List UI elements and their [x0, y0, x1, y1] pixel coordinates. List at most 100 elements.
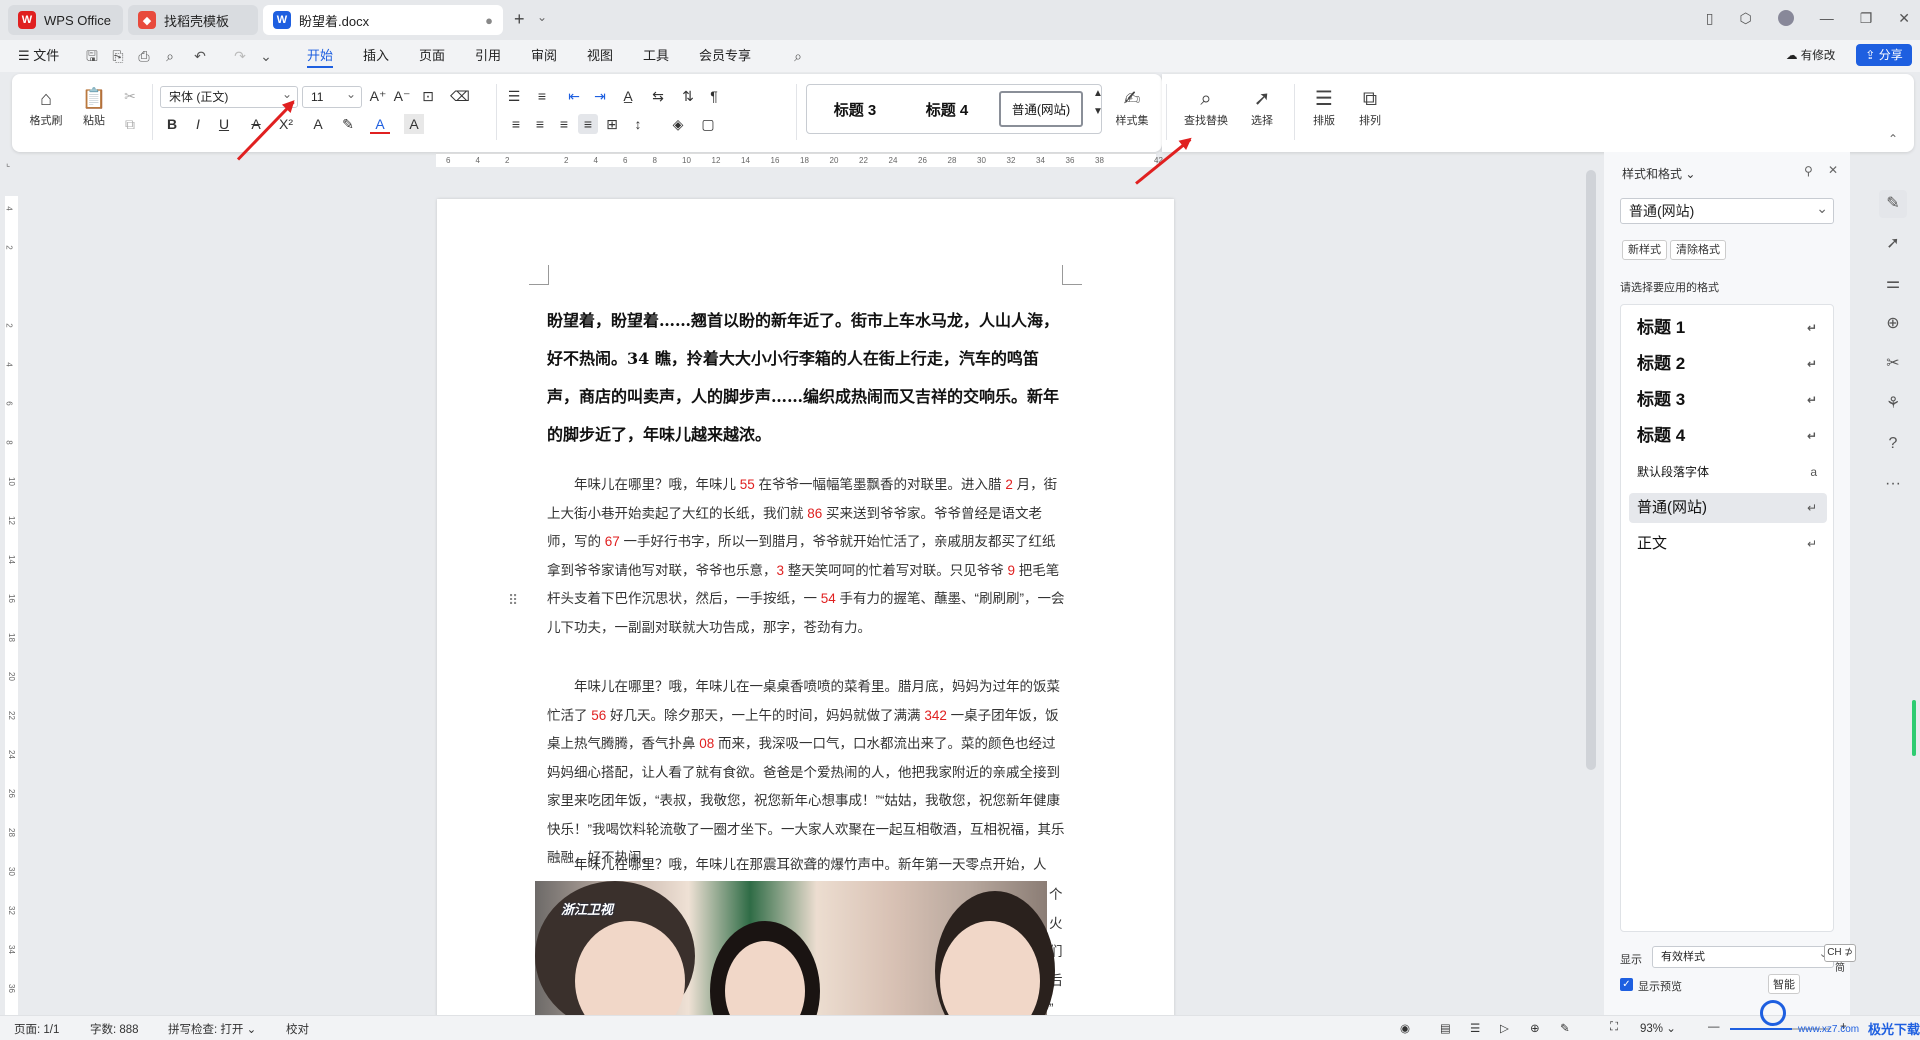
export-pdf-icon[interactable]: ⎘	[110, 48, 126, 64]
review-icon[interactable]: ⊕	[1879, 310, 1907, 338]
tab-list-chevron-icon[interactable]: ⌄	[537, 10, 547, 24]
grow-font-icon[interactable]: A⁺	[368, 86, 388, 106]
char-shading-icon[interactable]: A	[404, 114, 424, 134]
change-case-icon[interactable]: ⊡	[418, 86, 438, 106]
preview-checkbox[interactable]: ✓	[1620, 978, 1633, 991]
page-view-icon[interactable]: ▤	[1440, 1021, 1451, 1035]
menu-review[interactable]: 审阅	[531, 46, 557, 68]
outline-view-icon[interactable]: ☰	[1470, 1021, 1480, 1035]
style-list-item[interactable]: 标题 3 ↵	[1629, 385, 1827, 415]
gallery-up-icon[interactable]: ▲	[1088, 84, 1108, 104]
vertical-ruler[interactable]: 4 2 2 4 6 8 10 12 14 16 18 20 22 24 26 28 30 32 34 36	[5, 196, 18, 1026]
bullet-list-icon[interactable]: ☰	[504, 86, 524, 106]
show-select[interactable]: 有效样式	[1652, 944, 1834, 968]
menu-insert[interactable]: 插入	[363, 46, 389, 68]
gallery-down-icon[interactable]: ▼	[1088, 102, 1108, 122]
distribute-icon[interactable]: ⊞	[602, 114, 622, 134]
proofread[interactable]: 校对	[286, 1021, 309, 1037]
print-icon[interactable]: ⎙	[136, 48, 152, 64]
share-button[interactable]: ⇪ 分享	[1856, 44, 1912, 66]
ime-indicator[interactable]: CH ⊅ 简	[1824, 944, 1856, 974]
bold-icon[interactable]: B	[162, 114, 182, 134]
font-size-select[interactable]: 11	[302, 84, 362, 108]
align-right-icon[interactable]: ≡	[554, 114, 574, 134]
unsaved-dot-icon[interactable]: ●	[485, 13, 493, 28]
properties-icon[interactable]: ⚌	[1879, 270, 1907, 298]
collapse-ribbon-icon[interactable]: ⌃	[1888, 132, 1898, 146]
sidebar-toggle-icon[interactable]: ▯	[1706, 10, 1714, 27]
menu-page[interactable]: 页面	[419, 46, 445, 68]
web-view-icon[interactable]: ⊕	[1530, 1021, 1540, 1035]
chinese-layout-icon[interactable]: A̲	[618, 86, 638, 106]
avatar[interactable]	[1777, 10, 1794, 26]
pin-icon[interactable]: ⚲	[1804, 164, 1813, 178]
help-icon[interactable]: ?	[1879, 430, 1907, 458]
format-painter-button[interactable]: ⌂ 格式刷	[26, 86, 66, 128]
current-style-select[interactable]: 普通(网站)	[1620, 196, 1834, 224]
show-marks-icon[interactable]: ¶	[704, 86, 724, 106]
smart-button[interactable]: 智能	[1768, 974, 1800, 994]
new-tab-icon[interactable]: +	[514, 9, 525, 30]
highlight-icon[interactable]: ✎	[338, 114, 358, 134]
font-name-select[interactable]: 宋体 (正文)	[160, 84, 298, 108]
restore-icon[interactable]: ❐	[1860, 10, 1873, 27]
shading-icon[interactable]: ◈	[668, 114, 688, 134]
play-icon[interactable]: ▷	[1500, 1021, 1509, 1035]
tab-template[interactable]: ◆ 找稻壳模板	[128, 5, 258, 35]
style-list-item[interactable]: 默认段落字体 a	[1629, 457, 1827, 487]
style-list-item[interactable]: 正文 ↵	[1629, 529, 1827, 559]
redo-icon[interactable]: ↷	[232, 48, 248, 64]
increase-indent-icon[interactable]: ⇥	[590, 86, 610, 106]
document-page[interactable]: 盼望着，盼望着……翘首以盼的新年近了。街市上车水马龙，人山人海，好不热闹。34 …	[437, 199, 1174, 1029]
borders-icon[interactable]: ▢	[698, 114, 718, 134]
pane-close-icon[interactable]: ✕	[1828, 163, 1838, 177]
clear-format-button[interactable]: 清除格式	[1670, 240, 1726, 260]
search-icon[interactable]: ⌕	[790, 48, 806, 64]
decrease-indent-icon[interactable]: ⇤	[564, 86, 584, 106]
quick-access-chevron-icon[interactable]: ⌄	[258, 48, 274, 64]
tab-document[interactable]: W 盼望着.docx ●	[263, 5, 503, 35]
drag-handle-icon[interactable]: ⠿	[508, 592, 518, 609]
close-icon[interactable]: ✕	[1898, 10, 1910, 27]
style-list-item[interactable]: 标题 1 ↵	[1629, 313, 1827, 343]
menu-member[interactable]: 会员专享	[699, 46, 751, 68]
paragraph-3[interactable]: 年味儿在哪里？哦，年味儿在那震耳欲聋的爆竹声中。新年第一天零点开始，人	[547, 851, 1067, 880]
paragraph-2[interactable]: 年味儿在哪里？哦，年味儿在一桌桌香喷喷的菜肴里。腊月底，妈妈为过年的饭菜忙活了 …	[547, 673, 1067, 873]
style-heading-3[interactable]: 标题 3	[811, 95, 899, 127]
document-heading[interactable]: 盼望着，盼望着……翘首以盼的新年近了。街市上车水马龙，人山人海，好不热闹。34 …	[547, 302, 1067, 454]
embedded-photo[interactable]: 浙江卫视	[535, 881, 1055, 1029]
style-list-item[interactable]: 标题 2 ↵	[1629, 349, 1827, 379]
italic-icon[interactable]: I	[188, 114, 208, 134]
fit-icon[interactable]: ⛶	[1610, 1021, 1618, 1034]
menu-home[interactable]: 开始	[307, 46, 334, 68]
underline-icon[interactable]: U	[214, 114, 234, 134]
style-normal-web[interactable]: 普通(网站)	[999, 91, 1083, 127]
tab-wps-office[interactable]: W WPS Office	[8, 5, 123, 35]
menu-references[interactable]: 引用	[475, 46, 501, 68]
select-pane-icon[interactable]: ➚	[1879, 230, 1907, 258]
clear-format-icon[interactable]: ⌫	[450, 86, 470, 106]
tools-icon[interactable]: ✂	[1879, 350, 1907, 378]
modified-status[interactable]: ☁ 有修改	[1786, 46, 1835, 68]
find-replace-button[interactable]: ⌕ 查找替换	[1176, 86, 1236, 128]
horizontal-ruler[interactable]: 6 4 2 2 4 6 8 10 12 14 16 18 20 22 24 26 28 30 32 34 36 38 42	[436, 153, 1163, 167]
paste-button[interactable]: 📋 粘贴	[74, 86, 114, 128]
copy-icon[interactable]: ⧉	[120, 114, 140, 134]
minimize-icon[interactable]: —	[1820, 10, 1834, 27]
menu-file[interactable]: ☰ 文件	[18, 46, 59, 68]
align-center-icon[interactable]: ≡	[530, 114, 550, 134]
layout-button[interactable]: ☰ 排版	[1304, 86, 1344, 128]
shrink-font-icon[interactable]: A⁻	[392, 86, 412, 106]
save-icon[interactable]: 🖫	[84, 48, 100, 64]
style-list-item[interactable]: 普通(网站) ↵	[1629, 493, 1827, 523]
style-pane-toggle-icon[interactable]: ✎	[1879, 190, 1907, 218]
cube-icon[interactable]: ⬡	[1739, 10, 1751, 27]
print-preview-icon[interactable]: ⌕	[162, 48, 178, 64]
text-direction-icon[interactable]: ⇆	[648, 86, 668, 106]
zoom-out-icon[interactable]: —	[1708, 1021, 1720, 1033]
style-set-button[interactable]: ✍ 样式集	[1110, 86, 1154, 128]
word-count[interactable]: 字数: 888	[90, 1021, 139, 1037]
eye-icon[interactable]: ◉	[1400, 1021, 1410, 1035]
style-list-item[interactable]: 标题 4 ↵	[1629, 421, 1827, 451]
more-icon[interactable]: ···	[1879, 470, 1907, 498]
